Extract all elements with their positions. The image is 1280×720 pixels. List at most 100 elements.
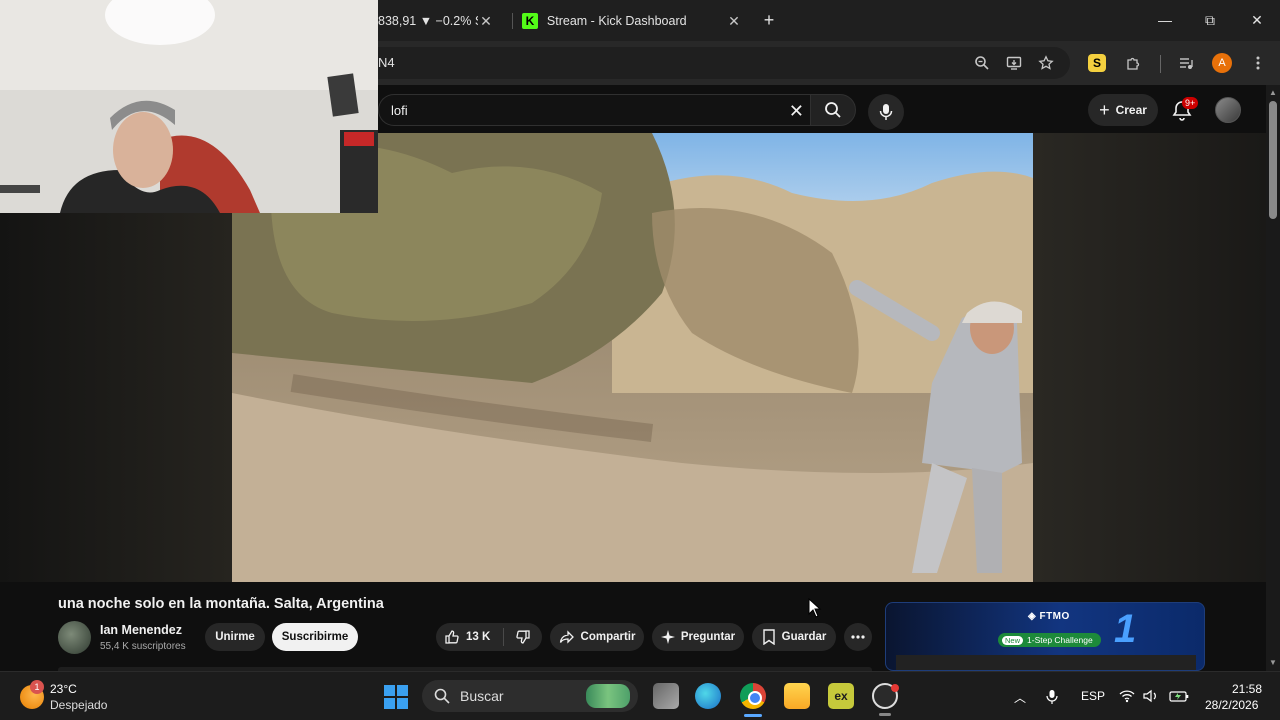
wifi-icon[interactable] <box>1119 689 1135 706</box>
tab-label: Stream - Kick Dashboard <box>546 14 687 28</box>
extensions-puzzle-icon[interactable] <box>1123 53 1143 73</box>
ask-label: Preguntar <box>680 631 736 643</box>
profile-avatar-icon[interactable]: A <box>1212 53 1232 73</box>
notifications-badge: 9+ <box>1182 97 1199 109</box>
save-label: Guardar <box>781 631 827 643</box>
ad-badge: New 1-Step Challenge <box>998 633 1101 647</box>
profile-initial: A <box>1212 53 1232 73</box>
channel-name[interactable]: Ian Menendez <box>100 623 182 637</box>
file-explorer-icon[interactable] <box>784 683 810 709</box>
address-text: N4 <box>378 55 395 70</box>
windows-logo-tile <box>397 685 408 696</box>
weather-badge: 1 <box>30 680 44 694</box>
active-app-indicator <box>744 714 762 717</box>
clock-date[interactable]: 28/2/2026 <box>1205 698 1258 712</box>
windows-logo-tile <box>384 698 395 709</box>
voice-search-button[interactable] <box>868 94 904 130</box>
obs-running-indicator <box>879 713 891 716</box>
thumbs-up-icon <box>445 630 459 644</box>
windows-logo-tile <box>384 685 395 696</box>
bookmark-icon <box>762 629 775 645</box>
more-horizontal-icon <box>851 635 865 639</box>
save-button[interactable]: Guardar <box>752 623 836 651</box>
microphone-icon <box>879 104 893 120</box>
create-label: Crear <box>1115 103 1147 117</box>
windows-taskbar: 1 23°C Despejado Buscar ex ︿ ESP 21:58 2… <box>0 671 1280 720</box>
weather-description[interactable]: Despejado <box>50 698 107 712</box>
taskbar-search-label: Buscar <box>460 688 504 704</box>
search-button[interactable] <box>810 94 856 126</box>
join-button[interactable]: Unirme <box>205 623 265 651</box>
install-app-icon[interactable] <box>1004 53 1024 73</box>
ad-badge-text: 1-Step Challenge <box>1027 635 1093 645</box>
subscribe-button[interactable]: Suscribirme <box>272 623 358 651</box>
ad-brand: ◈ FTMO <box>1028 611 1070 622</box>
new-tab-button[interactable]: + <box>760 11 778 29</box>
tab-close-icon[interactable]: ✕ <box>726 13 742 29</box>
video-title: una noche solo en la montaña. Salta, Arg… <box>58 596 384 612</box>
page-scrollbar[interactable]: ▲ ▼ <box>1266 85 1280 671</box>
extension-s-label: S <box>1088 54 1106 72</box>
start-button[interactable] <box>384 685 408 709</box>
search-icon <box>434 688 450 704</box>
webcam-overlay <box>0 0 378 213</box>
zoom-icon[interactable] <box>972 53 992 73</box>
account-avatar[interactable] <box>1215 97 1241 123</box>
channel-avatar[interactable] <box>58 621 91 654</box>
chrome-browser-icon[interactable] <box>740 683 766 709</box>
chrome-menu-icon[interactable] <box>1248 53 1268 73</box>
ex-app-icon[interactable]: ex <box>828 683 854 709</box>
obs-recording-dot <box>891 684 899 692</box>
search-input[interactable]: lofi ✕ <box>378 94 816 126</box>
clear-search-icon[interactable]: ✕ <box>789 101 804 122</box>
windows-logo-tile <box>397 698 408 709</box>
battery-charging-icon[interactable] <box>1169 689 1189 706</box>
mouse-cursor-icon <box>808 598 822 618</box>
thumbs-down-icon <box>516 630 530 644</box>
like-count: 13 K <box>466 631 491 643</box>
tab-close-icon[interactable]: ✕ <box>478 13 494 29</box>
tab-kick-dashboard[interactable]: K Stream - Kick Dashboard ✕ <box>522 6 742 36</box>
task-view-icon[interactable] <box>653 683 679 709</box>
tray-microphone-icon[interactable] <box>1046 689 1058 708</box>
ask-button[interactable]: Preguntar <box>652 623 744 651</box>
scroll-up-arrow-icon[interactable]: ▲ <box>1269 88 1277 97</box>
ad-info-bar <box>896 655 1196 670</box>
address-bar[interactable]: N4 <box>340 47 1070 79</box>
sparkle-icon <box>660 630 675 644</box>
more-actions-button[interactable] <box>844 623 872 651</box>
ad-badge-new: New <box>1002 635 1024 645</box>
plus-icon: + <box>1099 99 1110 120</box>
scroll-thumb[interactable] <box>1269 101 1277 219</box>
share-arrow-icon <box>559 630 574 644</box>
create-button[interactable]: + Crear <box>1088 94 1158 126</box>
restore-button[interactable]: ⧉ <box>1200 10 1220 30</box>
extension-s-icon[interactable]: S <box>1087 53 1107 73</box>
scroll-down-arrow-icon[interactable]: ▼ <box>1269 658 1277 667</box>
language-indicator[interactable]: ESP <box>1081 689 1105 703</box>
tab-label: 838,91 ▼ −0.2% Si <box>378 14 478 28</box>
webcam-feed-image <box>0 0 378 213</box>
edge-browser-icon[interactable] <box>695 683 721 709</box>
close-window-button[interactable]: ✕ <box>1247 10 1267 30</box>
share-label: Compartir <box>580 631 636 643</box>
taskbar-search[interactable]: Buscar <box>422 680 638 712</box>
share-button[interactable]: Compartir <box>550 623 644 651</box>
tray-expand-chevron-icon[interactable]: ︿ <box>1014 689 1026 706</box>
kick-favicon-icon: K <box>522 13 538 29</box>
bookmark-star-icon[interactable] <box>1036 53 1056 73</box>
search-query: lofi <box>391 103 408 118</box>
search-highlight-image <box>586 684 630 708</box>
clock-time[interactable]: 21:58 <box>1232 682 1262 696</box>
ad-number: 1 <box>1114 607 1137 651</box>
minimize-button[interactable]: — <box>1155 10 1175 30</box>
weather-temperature[interactable]: 23°C <box>50 682 77 696</box>
subscriber-count: 55,4 K suscriptores <box>100 641 186 652</box>
toolbar-divider <box>1160 55 1161 73</box>
sidebar-ad[interactable]: ◈ FTMO New 1-Step Challenge 1 <box>885 602 1205 671</box>
tab-stock-ticker[interactable]: 838,91 ▼ −0.2% Si ✕ <box>378 6 508 36</box>
volume-icon[interactable] <box>1143 689 1159 706</box>
dislike-button[interactable] <box>504 623 542 651</box>
media-control-icon[interactable] <box>1176 53 1196 73</box>
screen: 838,91 ▼ −0.2% Si ✕ K Stream - Kick Dash… <box>0 0 1280 720</box>
